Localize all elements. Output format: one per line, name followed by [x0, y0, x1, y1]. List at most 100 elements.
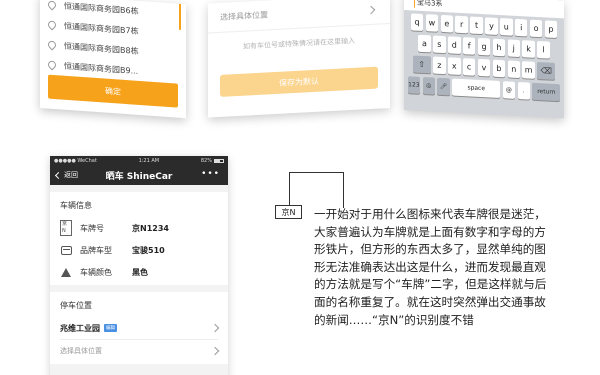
carrier-label: ●●●●● WeChat	[54, 157, 97, 164]
text-cursor	[414, 0, 415, 8]
license-plate-icon: 京N	[60, 220, 72, 236]
row-label: 车辆颜色	[80, 267, 112, 277]
callout-line	[289, 172, 344, 173]
key-l[interactable]: l	[537, 40, 550, 59]
key-w[interactable]: w	[425, 14, 439, 32]
nav-bar: 返回 晒车 ShineCar •••	[50, 165, 228, 185]
key-m[interactable]: m	[522, 61, 535, 79]
key-c[interactable]: c	[462, 58, 476, 76]
location-pin-icon	[46, 19, 58, 31]
keyboard: qwertyuiop asdfghjkl ⇧ zxcvbnm ⌫ 123 ◎ 🎤…	[404, 10, 564, 102]
paint-bucket-icon	[61, 267, 71, 277]
callout-line	[289, 172, 290, 205]
address-label: 恒通国际商务园B7栋	[64, 21, 139, 36]
backspace-key[interactable]: ⌫	[537, 61, 556, 80]
row-value: 宝骏510	[132, 245, 165, 255]
edit-badge[interactable]: 编辑	[104, 324, 117, 332]
key-o[interactable]: o	[529, 19, 543, 38]
plate-callout: 京N	[275, 205, 302, 219]
key-z[interactable]: z	[433, 56, 446, 75]
space-key[interactable]: space	[452, 78, 501, 99]
location-pin-icon	[46, 39, 58, 51]
parking-location-row[interactable]: 兆维工业园 编辑	[60, 317, 220, 339]
section-title: 车辆信息	[60, 201, 92, 210]
row-label: 品牌车型	[80, 245, 112, 255]
address-picker-panel: 恒通国际商务园B6栋 恒通国际商务园B7栋 恒通国际商务园B8栋 恒通国际商务园…	[40, 0, 186, 119]
address-label: 恒通国际商务园B8栋	[64, 41, 139, 56]
remark-input[interactable]: 如有车位号或特殊情况请在这里输入	[208, 34, 390, 54]
car-model-value: 宝马3系	[417, 0, 443, 9]
address-label: 恒通国际商务园B6栋	[64, 1, 139, 16]
location-pin-icon	[46, 0, 58, 11]
key-y[interactable]: y	[485, 17, 498, 35]
select-position-label: 选择具体位置	[60, 347, 102, 355]
key-q[interactable]: q	[410, 13, 424, 32]
key-x[interactable]: x	[448, 57, 461, 75]
callout-line	[343, 172, 344, 208]
chevron-right-icon	[366, 5, 376, 14]
battery-percent: 82%	[200, 157, 212, 164]
return-key[interactable]: return	[532, 82, 561, 102]
mic-icon[interactable]: 🎤︎	[437, 77, 450, 96]
key-a[interactable]: a	[418, 34, 431, 53]
back-label: 返回	[64, 171, 78, 179]
vehicle-info-section: 车辆信息 京N 车牌号 京N1234 品牌车型 宝骏510 车辆颜色 黑色	[50, 192, 228, 285]
plate-row[interactable]: 京N 车牌号 京N1234	[60, 217, 218, 239]
location-pin-icon	[46, 59, 58, 71]
back-arrow-icon	[54, 171, 63, 179]
back-button[interactable]: 返回	[50, 170, 78, 180]
chevron-right-icon	[210, 323, 220, 333]
key-h[interactable]: h	[492, 38, 506, 57]
shift-key[interactable]: ⇧	[412, 55, 431, 74]
key-i[interactable]: i	[514, 18, 528, 37]
paint-icon-wrap	[60, 267, 72, 277]
key-k[interactable]: k	[522, 40, 535, 58]
key-t[interactable]: t	[470, 16, 483, 35]
brand-row[interactable]: 品牌车型 宝骏510	[60, 239, 218, 261]
key-g[interactable]: g	[477, 37, 491, 56]
time-label: 1:21 AM	[138, 157, 160, 164]
car-icon-wrap	[60, 245, 72, 255]
status-bar: ●●●●● WeChat 1:21 AM 82%	[50, 156, 228, 165]
section-title: 停车位置	[60, 301, 92, 310]
row-value: 京N1234	[132, 223, 169, 233]
key-f[interactable]: f	[462, 37, 476, 55]
keyboard-panel: 宝马3系 qwertyuiop asdfghjkl ⇧ zxcvbnm ⌫ 12…	[404, 0, 564, 119]
parking-name: 兆维工业园	[60, 323, 100, 333]
key-b[interactable]: b	[492, 59, 506, 78]
row-label: 车牌号	[80, 223, 104, 233]
numbers-key[interactable]: 123	[407, 76, 421, 94]
key-v[interactable]: v	[477, 58, 491, 77]
scrollbar[interactable]	[179, 3, 181, 30]
key-e[interactable]: e	[440, 14, 454, 33]
select-position-row[interactable]: 选择具体位置	[208, 0, 390, 34]
globe-icon[interactable]: ◎	[422, 76, 435, 95]
description-text: 一开始对于用什么图标来代表车牌很是迷茫，大家普遍认为车牌就是上面有数字和字母的方…	[314, 207, 547, 327]
letter-keys: zxcvbnm	[432, 56, 536, 79]
battery-icon	[213, 158, 224, 163]
key-p[interactable]: p	[544, 20, 558, 39]
save-default-button[interactable]: 保存为默认	[220, 66, 378, 97]
key-s[interactable]: s	[433, 35, 446, 54]
plate-icon-wrap: 京N	[60, 220, 72, 236]
period-key[interactable]: .	[517, 81, 530, 100]
key-j[interactable]: j	[507, 39, 520, 58]
address-list: 恒通国际商务园B6栋 恒通国际商务园B7栋 恒通国际商务园B8栋 恒通国际商务园…	[40, 0, 186, 84]
car-icon	[60, 245, 72, 255]
key-r[interactable]: r	[455, 15, 468, 34]
phone-screen: ●●●●● WeChat 1:21 AM 82% 返回 晒车 ShineCar …	[50, 156, 228, 375]
row-value: 黑色	[132, 267, 148, 277]
key-d[interactable]: d	[448, 36, 461, 54]
key-n[interactable]: n	[507, 60, 520, 79]
at-key[interactable]: @	[502, 81, 516, 99]
chevron-right-icon	[210, 346, 220, 356]
color-row[interactable]: 车辆颜色 黑色	[60, 261, 218, 283]
position-form-panel: 选择具体位置 如有车位号或特殊情况请在这里输入 保存为默认	[208, 0, 390, 118]
keyboard-row: 123 ◎ 🎤︎ space @ . return	[406, 76, 562, 102]
select-position-label: 选择具体位置	[220, 10, 268, 22]
select-position-row[interactable]: 选择具体位置	[60, 340, 220, 362]
parking-section: 停车位置 兆维工业园 编辑 选择具体位置	[50, 292, 228, 364]
more-icon[interactable]: •••	[201, 169, 220, 179]
key-u[interactable]: u	[500, 18, 513, 36]
battery-indicator: 82%	[201, 158, 224, 164]
